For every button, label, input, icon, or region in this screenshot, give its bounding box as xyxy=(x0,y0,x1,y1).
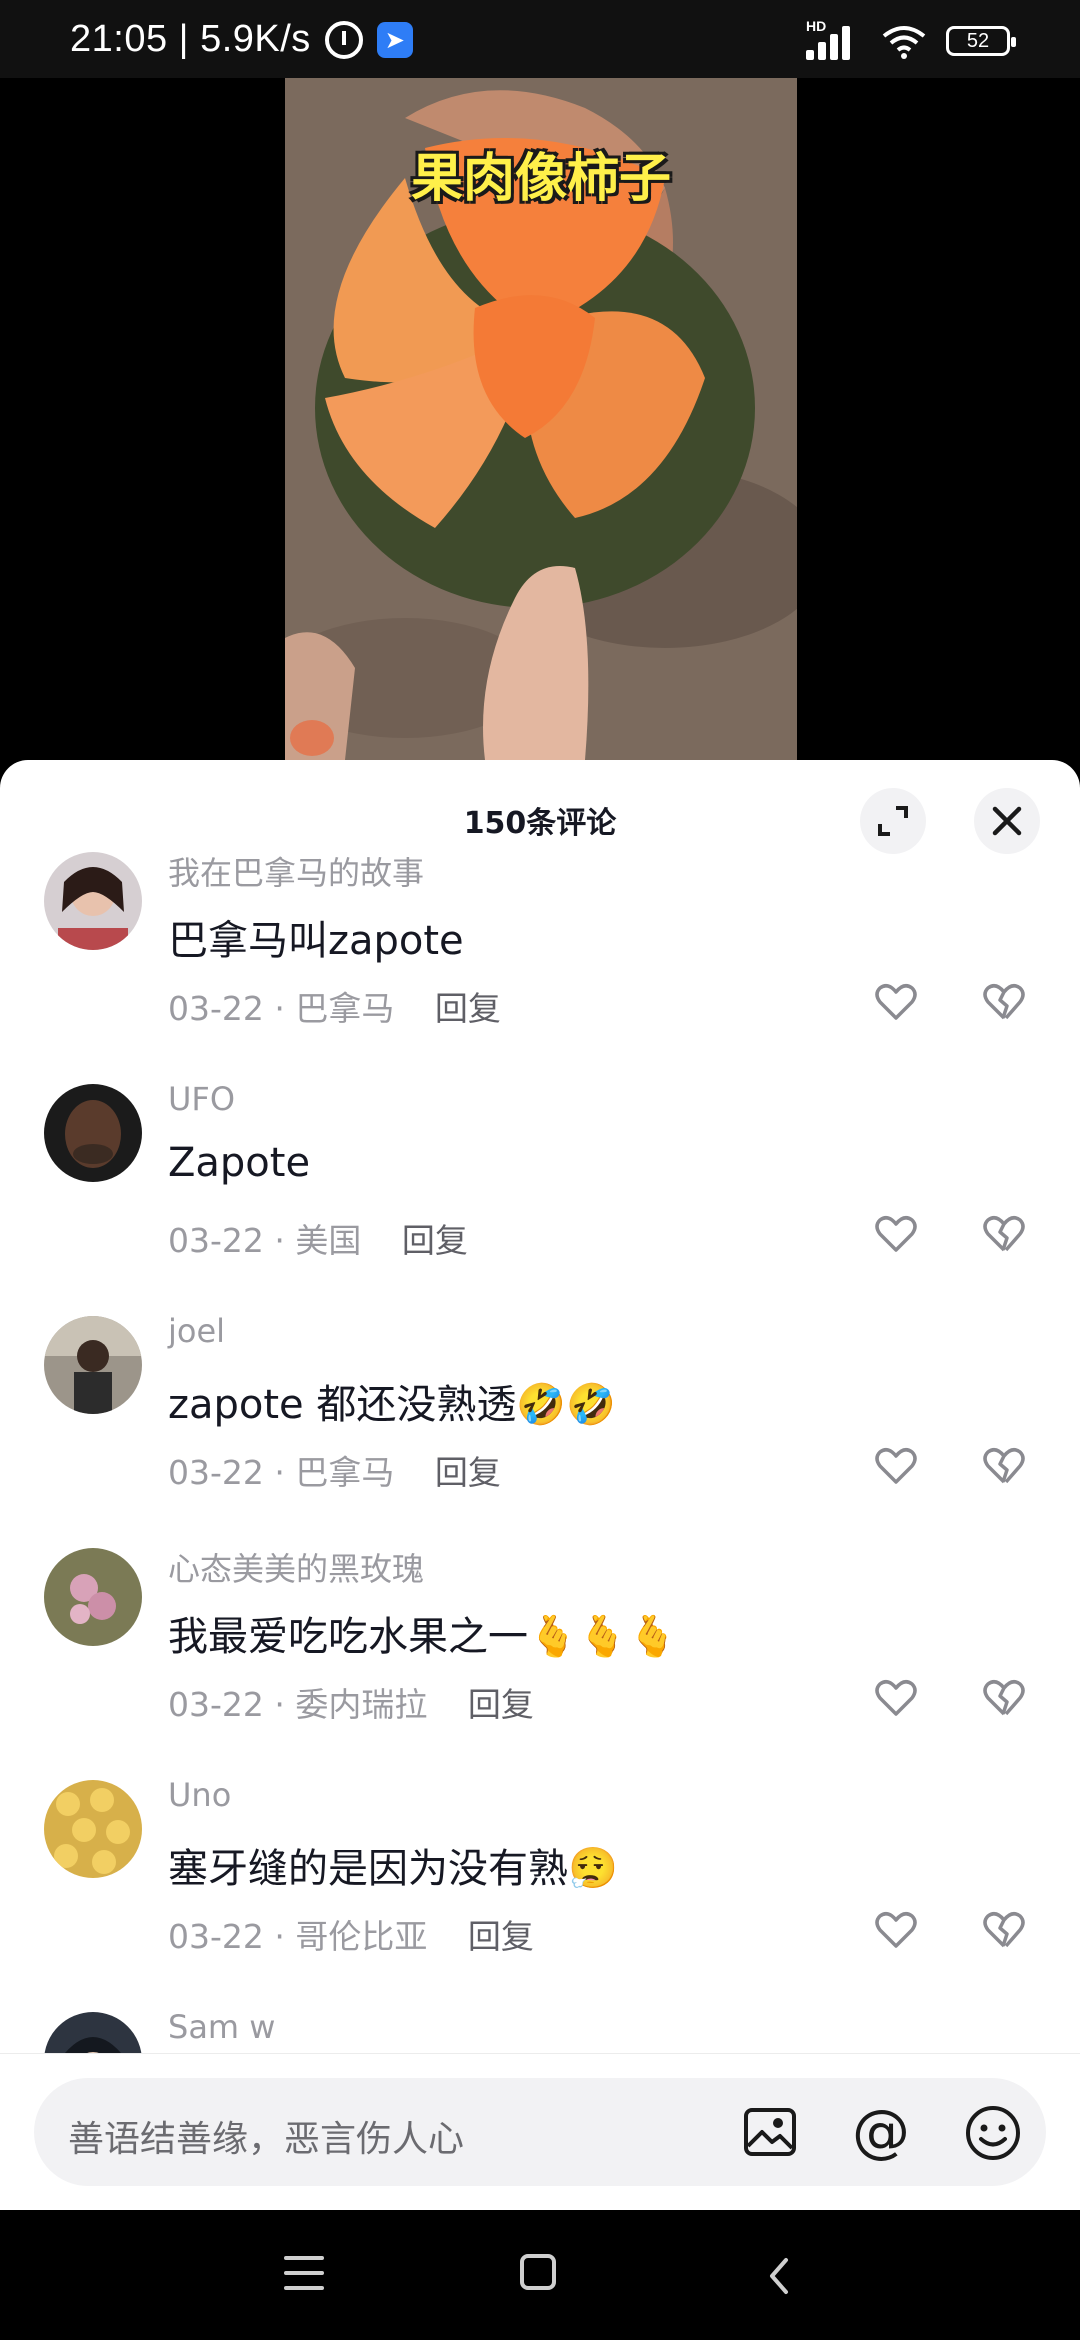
comment-item: 心态美美的黑玫瑰 我最爱吃吃水果之一🫰🫰🫰 03-22 · 委内瑞拉 回复 xyxy=(0,1548,1080,1780)
comment-item: UFO Zapote 03-22 · 美国 回复 xyxy=(0,1080,1080,1316)
home-icon[interactable] xyxy=(520,2254,556,2290)
comment-text: 巴拿马叫zapote xyxy=(168,918,464,964)
comment-location: 巴拿马 xyxy=(295,1453,395,1492)
comment-item: 我在巴拿马的故事 巴拿马叫zapote 03-22 · 巴拿马 回复 xyxy=(0,852,1080,1084)
avatar[interactable] xyxy=(44,1780,142,1878)
status-left: 21:05 | 5.9K/s ➤ xyxy=(70,18,413,61)
close-button[interactable] xyxy=(974,788,1040,854)
alarm-icon xyxy=(324,20,363,59)
system-nav-bar xyxy=(0,2210,1080,2340)
avatar[interactable] xyxy=(44,1548,142,1646)
comment-location: 巴拿马 xyxy=(295,989,395,1028)
comment-item: joel zapote 都还没熟透🤣🤣 03-22 · 巴拿马 回复 xyxy=(0,1312,1080,1548)
menu-icon[interactable] xyxy=(284,2256,324,2292)
comment-meta: 03-22 · 巴拿马 回复 xyxy=(168,1453,501,1492)
close-icon xyxy=(992,806,1022,836)
battery-level: 52 xyxy=(966,29,990,52)
comment-username[interactable]: 我在巴拿马的故事 xyxy=(168,848,424,894)
comment-input[interactable]: 善语结善缘，恶言伤人心 @ xyxy=(34,2078,1046,2186)
comment-date: 03-22 xyxy=(168,989,264,1028)
battery-icon: 52 xyxy=(946,26,1016,56)
comment-date: 03-22 xyxy=(168,1221,264,1260)
comment-input-placeholder: 善语结善缘，恶言伤人心 xyxy=(68,2119,465,2160)
comment-date: 03-22 xyxy=(168,1453,264,1492)
comment-username[interactable]: Sam w xyxy=(168,2008,275,2046)
comment-text: 塞牙缝的是因为没有熟😮‍💨 xyxy=(168,1846,618,1892)
emoji-icon[interactable] xyxy=(964,2104,1022,2162)
comment-text: Zapote xyxy=(168,1140,311,1186)
app-notification-icon: ➤ xyxy=(376,21,413,58)
comment-text: 我最爱吃吃水果之一🫰🫰🫰 xyxy=(168,1614,678,1660)
comment-location: 美国 xyxy=(295,1221,362,1260)
video-player[interactable]: 果肉像柿子 xyxy=(0,78,1080,760)
heart-icon[interactable] xyxy=(872,978,920,1026)
signal-icon: HD xyxy=(806,18,862,60)
comment-item: Uno 塞牙缝的是因为没有熟😮‍💨 03-22 · 哥伦比亚 回复 xyxy=(0,1776,1080,2012)
avatar[interactable] xyxy=(44,2012,142,2058)
expand-button[interactable] xyxy=(860,788,926,854)
comment-meta: 03-22 · 哥伦比亚 回复 xyxy=(168,1917,534,1956)
comment-item: Sam w xyxy=(0,2008,1080,2058)
comment-date: 03-22 xyxy=(168,1685,264,1724)
comment-meta: 03-22 · 巴拿马 回复 xyxy=(168,989,501,1028)
broken-heart-icon[interactable] xyxy=(980,1906,1028,1954)
reply-button[interactable]: 回复 xyxy=(435,989,501,1028)
comment-meta: 03-22 · 委内瑞拉 回复 xyxy=(168,1685,534,1724)
broken-heart-icon[interactable] xyxy=(980,1674,1028,1722)
comment-location: 委内瑞拉 xyxy=(295,1685,428,1724)
broken-heart-icon[interactable] xyxy=(980,1210,1028,1258)
comment-username[interactable]: joel xyxy=(168,1312,225,1350)
broken-heart-icon[interactable] xyxy=(980,978,1028,1026)
reply-button[interactable]: 回复 xyxy=(468,1917,534,1956)
heart-icon[interactable] xyxy=(872,1442,920,1490)
reply-button[interactable]: 回复 xyxy=(435,1453,501,1492)
comment-list[interactable]: 我在巴拿马的故事 巴拿马叫zapote 03-22 · 巴拿马 回复 UFO Z… xyxy=(0,848,1080,2058)
avatar[interactable] xyxy=(44,1084,142,1182)
avatar[interactable] xyxy=(44,852,142,950)
avatar[interactable] xyxy=(44,1316,142,1414)
heart-icon[interactable] xyxy=(872,1210,920,1258)
comment-username[interactable]: Uno xyxy=(168,1776,231,1814)
comment-sheet: 150条评论 我在巴拿马的故事 巴拿马叫zapote 03-22 · 巴拿马 回… xyxy=(0,760,1080,2210)
status-time-speed: 21:05 | 5.9K/s xyxy=(70,18,311,60)
comment-location: 哥伦比亚 xyxy=(295,1917,428,1956)
reply-button[interactable]: 回复 xyxy=(468,1685,534,1724)
heart-icon[interactable] xyxy=(872,1674,920,1722)
status-bar: 21:05 | 5.9K/s ➤ HD 52 xyxy=(0,0,1080,78)
comment-date: 03-22 xyxy=(168,1917,264,1956)
comment-username[interactable]: 心态美美的黑玫瑰 xyxy=(168,1544,424,1590)
status-right: HD 52 xyxy=(806,18,1016,60)
comment-username[interactable]: UFO xyxy=(168,1080,235,1118)
expand-icon xyxy=(878,806,908,836)
back-icon[interactable] xyxy=(762,2256,798,2296)
image-icon[interactable] xyxy=(742,2104,798,2160)
video-frame[interactable]: 果肉像柿子 xyxy=(285,78,797,760)
wifi-icon xyxy=(882,26,926,59)
comment-text: zapote 都还没熟透🤣🤣 xyxy=(168,1382,616,1428)
video-caption: 果肉像柿子 xyxy=(410,149,671,209)
mention-icon[interactable]: @ xyxy=(852,2100,910,2162)
reply-button[interactable]: 回复 xyxy=(402,1221,468,1260)
broken-heart-icon[interactable] xyxy=(980,1442,1028,1490)
comment-input-bar: 善语结善缘，恶言伤人心 @ xyxy=(0,2053,1080,2211)
comment-meta: 03-22 · 美国 回复 xyxy=(168,1221,468,1260)
heart-icon[interactable] xyxy=(872,1906,920,1954)
